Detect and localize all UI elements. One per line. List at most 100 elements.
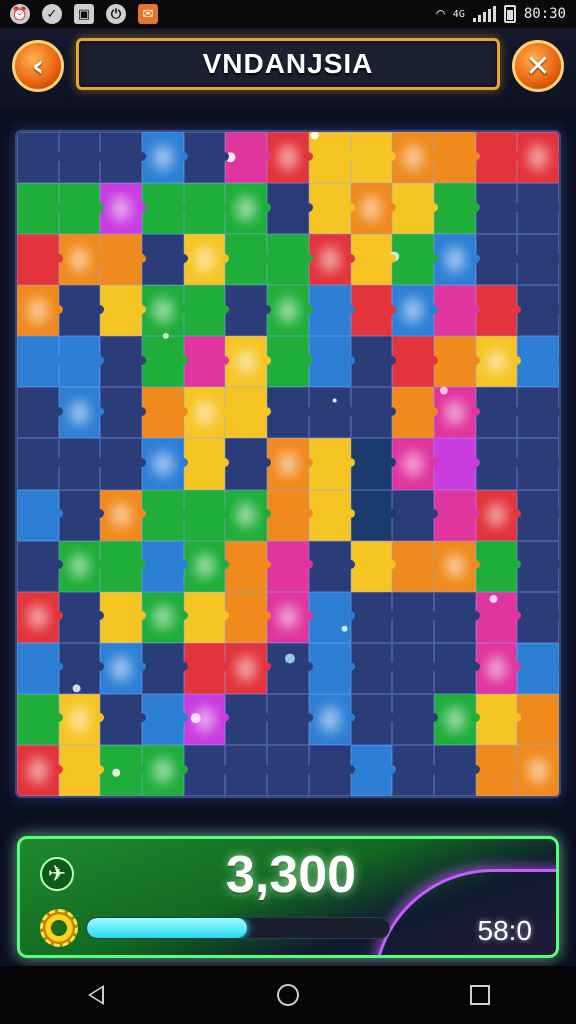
puzzle-piece[interactable]: [225, 744, 271, 796]
puzzle-piece[interactable]: [475, 591, 521, 643]
puzzle-piece[interactable]: [17, 336, 63, 388]
puzzle-piece[interactable]: [267, 489, 313, 541]
puzzle-piece[interactable]: [100, 387, 146, 439]
nav-recents-button[interactable]: [455, 970, 505, 1020]
puzzle-piece[interactable]: [17, 183, 63, 235]
puzzle-piece[interactable]: [183, 438, 230, 490]
puzzle-piece[interactable]: [392, 285, 438, 337]
puzzle-piece[interactable]: [142, 132, 188, 184]
puzzle-piece[interactable]: [475, 540, 521, 592]
puzzle-piece[interactable]: [58, 642, 105, 694]
puzzle-piece[interactable]: [517, 132, 559, 184]
puzzle-piece[interactable]: [475, 132, 521, 184]
puzzle-piece[interactable]: [308, 540, 355, 592]
puzzle-piece[interactable]: [392, 336, 438, 388]
puzzle-piece[interactable]: [142, 540, 188, 592]
puzzle-piece[interactable]: [100, 744, 146, 796]
puzzle-piece[interactable]: [350, 234, 396, 286]
puzzle-piece[interactable]: [308, 591, 355, 643]
puzzle-piece[interactable]: [17, 285, 63, 337]
puzzle-piece[interactable]: [433, 387, 480, 439]
puzzle-piece[interactable]: [475, 438, 521, 490]
puzzle-piece[interactable]: [350, 387, 396, 439]
puzzle-piece[interactable]: [433, 285, 480, 337]
puzzle-piece[interactable]: [350, 438, 396, 490]
puzzle-piece[interactable]: [225, 591, 271, 643]
close-button[interactable]: ✕: [512, 40, 564, 92]
puzzle-piece[interactable]: [392, 387, 438, 439]
puzzle-piece[interactable]: [142, 693, 188, 745]
puzzle-piece[interactable]: [350, 693, 396, 745]
puzzle-piece[interactable]: [267, 540, 313, 592]
puzzle-piece[interactable]: [100, 183, 146, 235]
puzzle-piece[interactable]: [392, 183, 438, 235]
puzzle-piece[interactable]: [142, 642, 188, 694]
puzzle-piece[interactable]: [225, 132, 271, 184]
puzzle-piece[interactable]: [308, 438, 355, 490]
puzzle-piece[interactable]: [475, 642, 521, 694]
puzzle-piece[interactable]: [267, 234, 313, 286]
puzzle-piece[interactable]: [267, 183, 313, 235]
puzzle-piece[interactable]: [58, 540, 105, 592]
puzzle-piece[interactable]: [517, 540, 559, 592]
puzzle-piece[interactable]: [100, 285, 146, 337]
puzzle-piece[interactable]: [225, 183, 271, 235]
puzzle-piece[interactable]: [17, 438, 63, 490]
puzzle-piece[interactable]: [433, 591, 480, 643]
puzzle-piece[interactable]: [267, 744, 313, 796]
puzzle-piece[interactable]: [433, 234, 480, 286]
puzzle-piece[interactable]: [308, 744, 355, 796]
puzzle-piece[interactable]: [17, 132, 63, 184]
puzzle-piece[interactable]: [225, 489, 271, 541]
puzzle-piece[interactable]: [517, 183, 559, 235]
puzzle-piece[interactable]: [58, 591, 105, 643]
puzzle-piece[interactable]: [350, 336, 396, 388]
back-button[interactable]: ‹: [12, 40, 64, 92]
puzzle-piece[interactable]: [58, 132, 105, 184]
puzzle-piece[interactable]: [183, 642, 230, 694]
puzzle-piece[interactable]: [350, 591, 396, 643]
puzzle-piece[interactable]: [17, 234, 63, 286]
puzzle-piece[interactable]: [350, 642, 396, 694]
puzzle-piece[interactable]: [58, 234, 105, 286]
puzzle-piece[interactable]: [392, 132, 438, 184]
puzzle-piece[interactable]: [225, 234, 271, 286]
puzzle-piece[interactable]: [17, 693, 63, 745]
puzzle-piece[interactable]: [100, 642, 146, 694]
puzzle-piece[interactable]: [225, 642, 271, 694]
puzzle-piece[interactable]: [350, 183, 396, 235]
puzzle-piece[interactable]: [58, 489, 105, 541]
puzzle-piece[interactable]: [392, 438, 438, 490]
puzzle-piece[interactable]: [100, 132, 146, 184]
puzzle-piece[interactable]: [142, 744, 188, 796]
puzzle-piece[interactable]: [517, 438, 559, 490]
puzzle-piece[interactable]: [183, 387, 230, 439]
puzzle-piece[interactable]: [267, 693, 313, 745]
puzzle-piece[interactable]: [58, 693, 105, 745]
puzzle-piece[interactable]: [392, 591, 438, 643]
puzzle-piece[interactable]: [225, 336, 271, 388]
puzzle-piece[interactable]: [433, 540, 480, 592]
puzzle-piece[interactable]: [100, 591, 146, 643]
puzzle-piece[interactable]: [517, 336, 559, 388]
puzzle-piece[interactable]: [433, 183, 480, 235]
puzzle-piece[interactable]: [517, 744, 559, 796]
puzzle-piece[interactable]: [142, 489, 188, 541]
puzzle-piece[interactable]: [392, 489, 438, 541]
puzzle-piece[interactable]: [17, 642, 63, 694]
puzzle-piece[interactable]: [475, 183, 521, 235]
puzzle-piece[interactable]: [308, 336, 355, 388]
puzzle-piece[interactable]: [475, 693, 521, 745]
puzzle-piece[interactable]: [267, 642, 313, 694]
puzzle-piece[interactable]: [433, 693, 480, 745]
puzzle-piece[interactable]: [517, 387, 559, 439]
puzzle-piece[interactable]: [58, 183, 105, 235]
puzzle-piece[interactable]: [183, 132, 230, 184]
puzzle-piece[interactable]: [308, 234, 355, 286]
puzzle-piece[interactable]: [517, 489, 559, 541]
puzzle-piece[interactable]: [517, 234, 559, 286]
puzzle-piece[interactable]: [17, 540, 63, 592]
nav-back-button[interactable]: [71, 970, 121, 1020]
puzzle-piece[interactable]: [100, 693, 146, 745]
puzzle-piece[interactable]: [392, 234, 438, 286]
